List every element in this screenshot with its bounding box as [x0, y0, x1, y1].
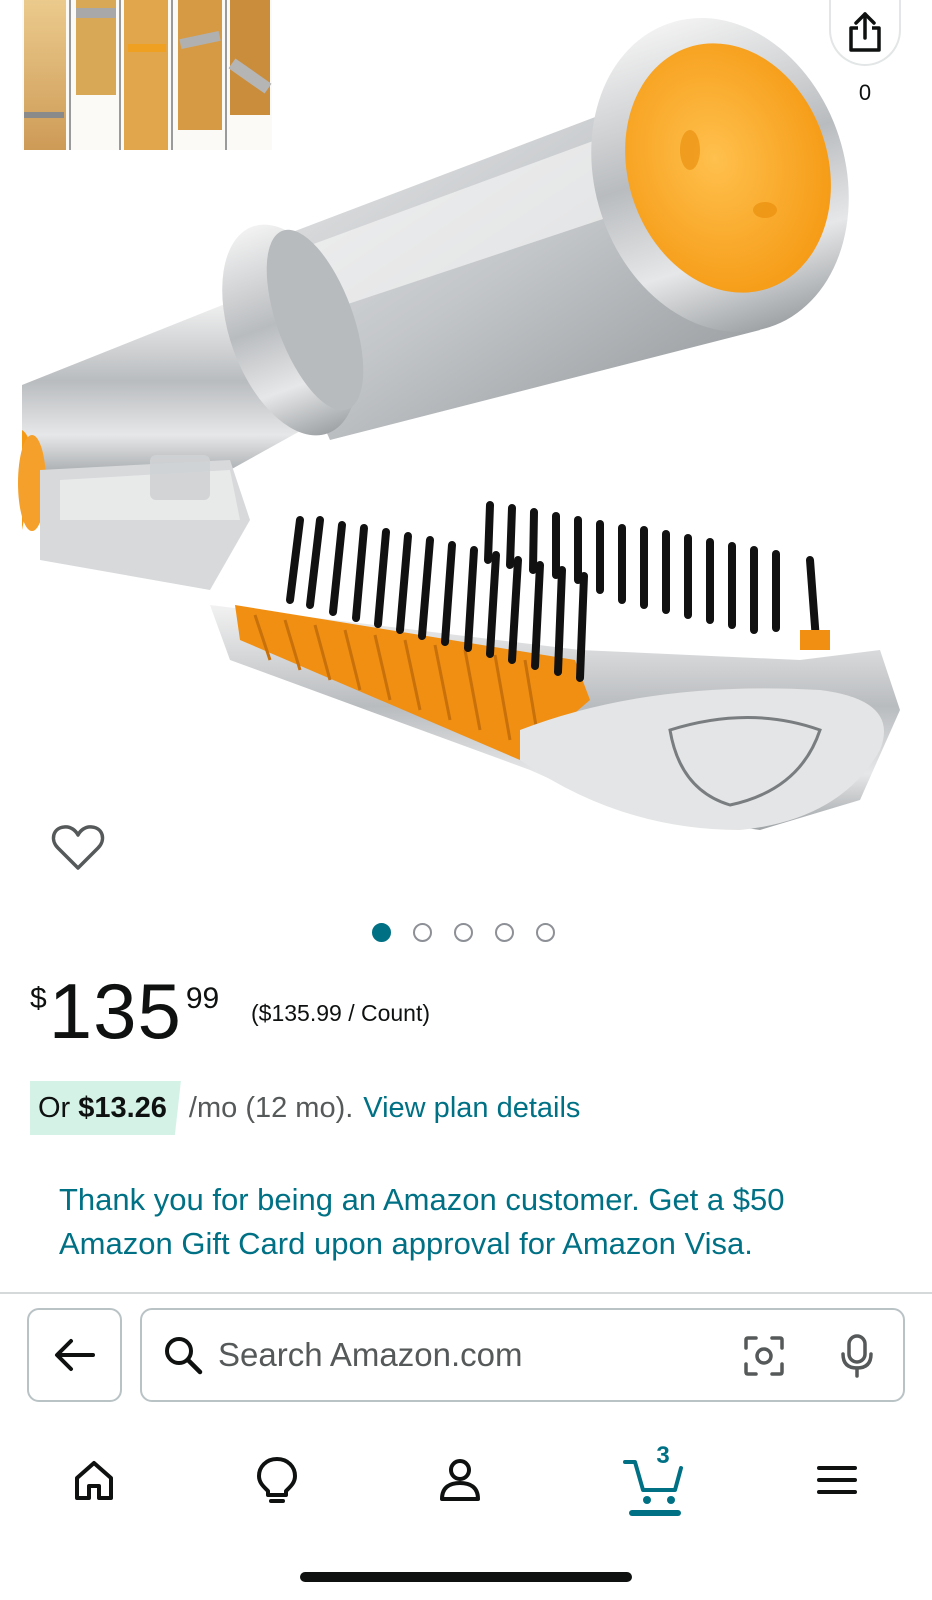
nav-home[interactable]	[54, 1440, 134, 1520]
monthly-prefix: Or	[38, 1091, 71, 1124]
lightbulb-icon	[257, 1457, 297, 1503]
back-button[interactable]	[27, 1308, 122, 1402]
monthly-payment: Or $13.26 /mo (12 mo). View plan details	[30, 1081, 580, 1135]
nav-inspire[interactable]	[237, 1440, 317, 1520]
unit-price: ($135.99 / Count)	[251, 1000, 431, 1026]
image-carousel-dots[interactable]	[372, 922, 555, 942]
share-icon	[849, 12, 881, 52]
divider	[0, 1292, 932, 1294]
price-symbol: $	[30, 982, 47, 1015]
nav-cart[interactable]: 3	[615, 1440, 695, 1520]
nav-menu[interactable]	[797, 1440, 877, 1520]
view-plan-details-link[interactable]: View plan details	[363, 1092, 580, 1125]
account-icon	[440, 1459, 480, 1501]
carousel-dot-5[interactable]	[536, 922, 555, 942]
menu-icon	[817, 1466, 857, 1494]
nav-account[interactable]	[420, 1440, 500, 1520]
product-image[interactable]	[0, 0, 932, 890]
home-indicator[interactable]	[300, 1572, 632, 1582]
monthly-term: /mo (12 mo).	[188, 1091, 354, 1124]
search-input[interactable]	[218, 1336, 698, 1374]
cart-count-badge: 3	[656, 1442, 670, 1469]
price: $ 135 99	[30, 968, 219, 1058]
carousel-dot-4[interactable]	[495, 922, 514, 942]
home-icon	[75, 1461, 113, 1500]
price-whole: 135	[48, 967, 182, 1055]
microphone-icon[interactable]	[837, 1332, 877, 1380]
carousel-dot-2[interactable]	[413, 922, 432, 942]
search-icon	[165, 1337, 203, 1375]
carousel-dot-3[interactable]	[454, 922, 473, 942]
hair-style-thumbnails	[22, 0, 272, 150]
camera-search-icon[interactable]	[742, 1334, 786, 1378]
heart-icon	[51, 825, 105, 870]
share-count: 0	[858, 80, 872, 105]
monthly-payment-highlight: Or $13.26	[30, 1081, 181, 1135]
amazon-visa-promo-link[interactable]: Thank you for being an Amazon customer. …	[59, 1178, 879, 1266]
add-to-list-button[interactable]	[50, 822, 106, 874]
hair-styler-illustration	[18, 0, 900, 830]
price-fraction: 99	[185, 982, 220, 1015]
search-bar[interactable]	[140, 1308, 905, 1402]
carousel-dot-1[interactable]	[372, 922, 391, 942]
active-tab-indicator	[629, 1510, 681, 1516]
monthly-amount: $13.26	[78, 1091, 167, 1124]
arrow-left-icon	[54, 1339, 95, 1371]
bottom-navigation: 3	[0, 1430, 932, 1530]
